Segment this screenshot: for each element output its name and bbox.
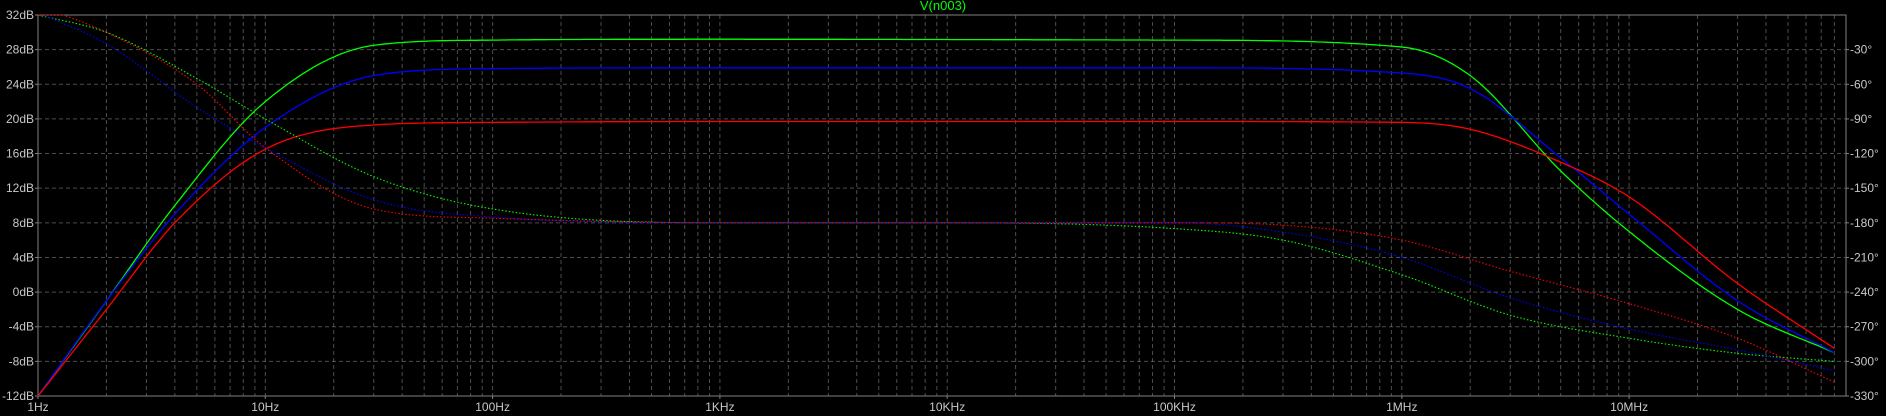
y-right-tick-label: -60° [1850,77,1872,91]
y-left-tick-label: 8dB [13,216,34,230]
y-right-tick-label: -240° [1850,285,1879,299]
bode-plot: V(n003) 32dB 28dB 24dB 20dB 16dB 12dB 8dB 4dB 0d… [0,0,1886,416]
y-right-tick-label: -150° [1850,181,1879,195]
y-right-tick-label: -300° [1850,354,1879,368]
y-right-tick-label: -270° [1850,320,1879,334]
y-left-tick-label: 0dB [13,285,34,299]
y-left-tick-label: 12dB [6,181,34,195]
x-tick-label: 1Hz [27,400,48,414]
y-left-tick-label: -4dB [9,320,34,334]
y-right-tick-label: -210° [1850,250,1879,264]
y-left-tick-label: 20dB [6,112,34,126]
x-tick-label: 1KHz [705,400,734,414]
y-left-tick-label: -8dB [9,354,34,368]
y-left-tick-label: 28dB [6,43,34,57]
x-tick-label: 1MHz [1386,400,1417,414]
plot-background [0,0,1886,416]
y-left-tick-label: 4dB [13,250,34,264]
x-tick-label: 100KHz [1153,400,1196,414]
y-right-tick-label: -180° [1850,216,1879,230]
y-right-tick-label: -330° [1850,389,1879,403]
x-tick-label: 10Hz [251,400,279,414]
y-left-tick-label: 16dB [6,147,34,161]
x-tick-label: 10KHz [929,400,965,414]
x-tick-label: 100Hz [475,400,510,414]
y-left-tick-label: 24dB [6,77,34,91]
chart-title: V(n003) [920,0,966,13]
y-right-tick-label: -30° [1850,43,1872,57]
x-tick-label: 10MHz [1610,400,1648,414]
y-left-tick-label: 32dB [6,8,34,22]
y-right-tick-label: -120° [1850,147,1879,161]
y-right-tick-label: -90° [1850,112,1872,126]
